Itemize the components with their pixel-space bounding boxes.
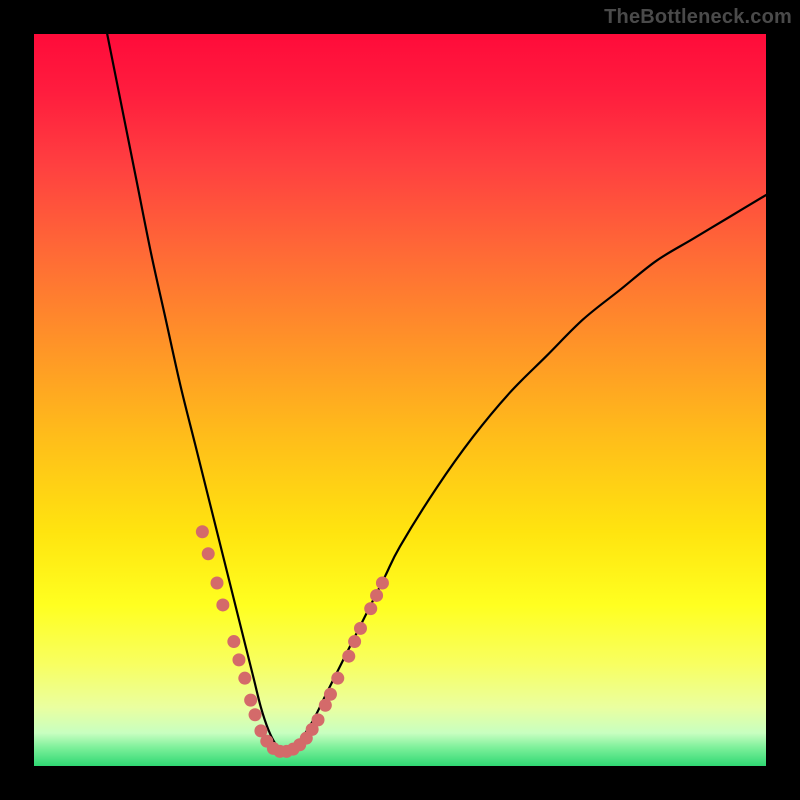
highlight-dot (342, 650, 355, 663)
chart-frame: TheBottleneck.com (0, 0, 800, 800)
highlight-dot (364, 602, 377, 615)
watermark-text: TheBottleneck.com (604, 6, 792, 29)
highlight-dot (216, 598, 229, 611)
highlight-dot (331, 672, 344, 685)
bottleneck-chart (34, 34, 766, 766)
highlight-dot (202, 547, 215, 560)
highlight-dot (244, 694, 257, 707)
highlight-dot (232, 653, 245, 666)
highlight-dot (370, 589, 383, 602)
highlight-dot (211, 577, 224, 590)
highlight-dot (312, 713, 325, 726)
highlight-dot (348, 635, 361, 648)
gradient-background (34, 34, 766, 766)
highlight-dot (376, 577, 389, 590)
highlight-dot (354, 622, 367, 635)
highlight-dot (227, 635, 240, 648)
highlight-dot (238, 672, 251, 685)
highlight-dot (324, 688, 337, 701)
highlight-dot (249, 708, 262, 721)
highlight-dot (196, 525, 209, 538)
plot-area (34, 34, 766, 766)
